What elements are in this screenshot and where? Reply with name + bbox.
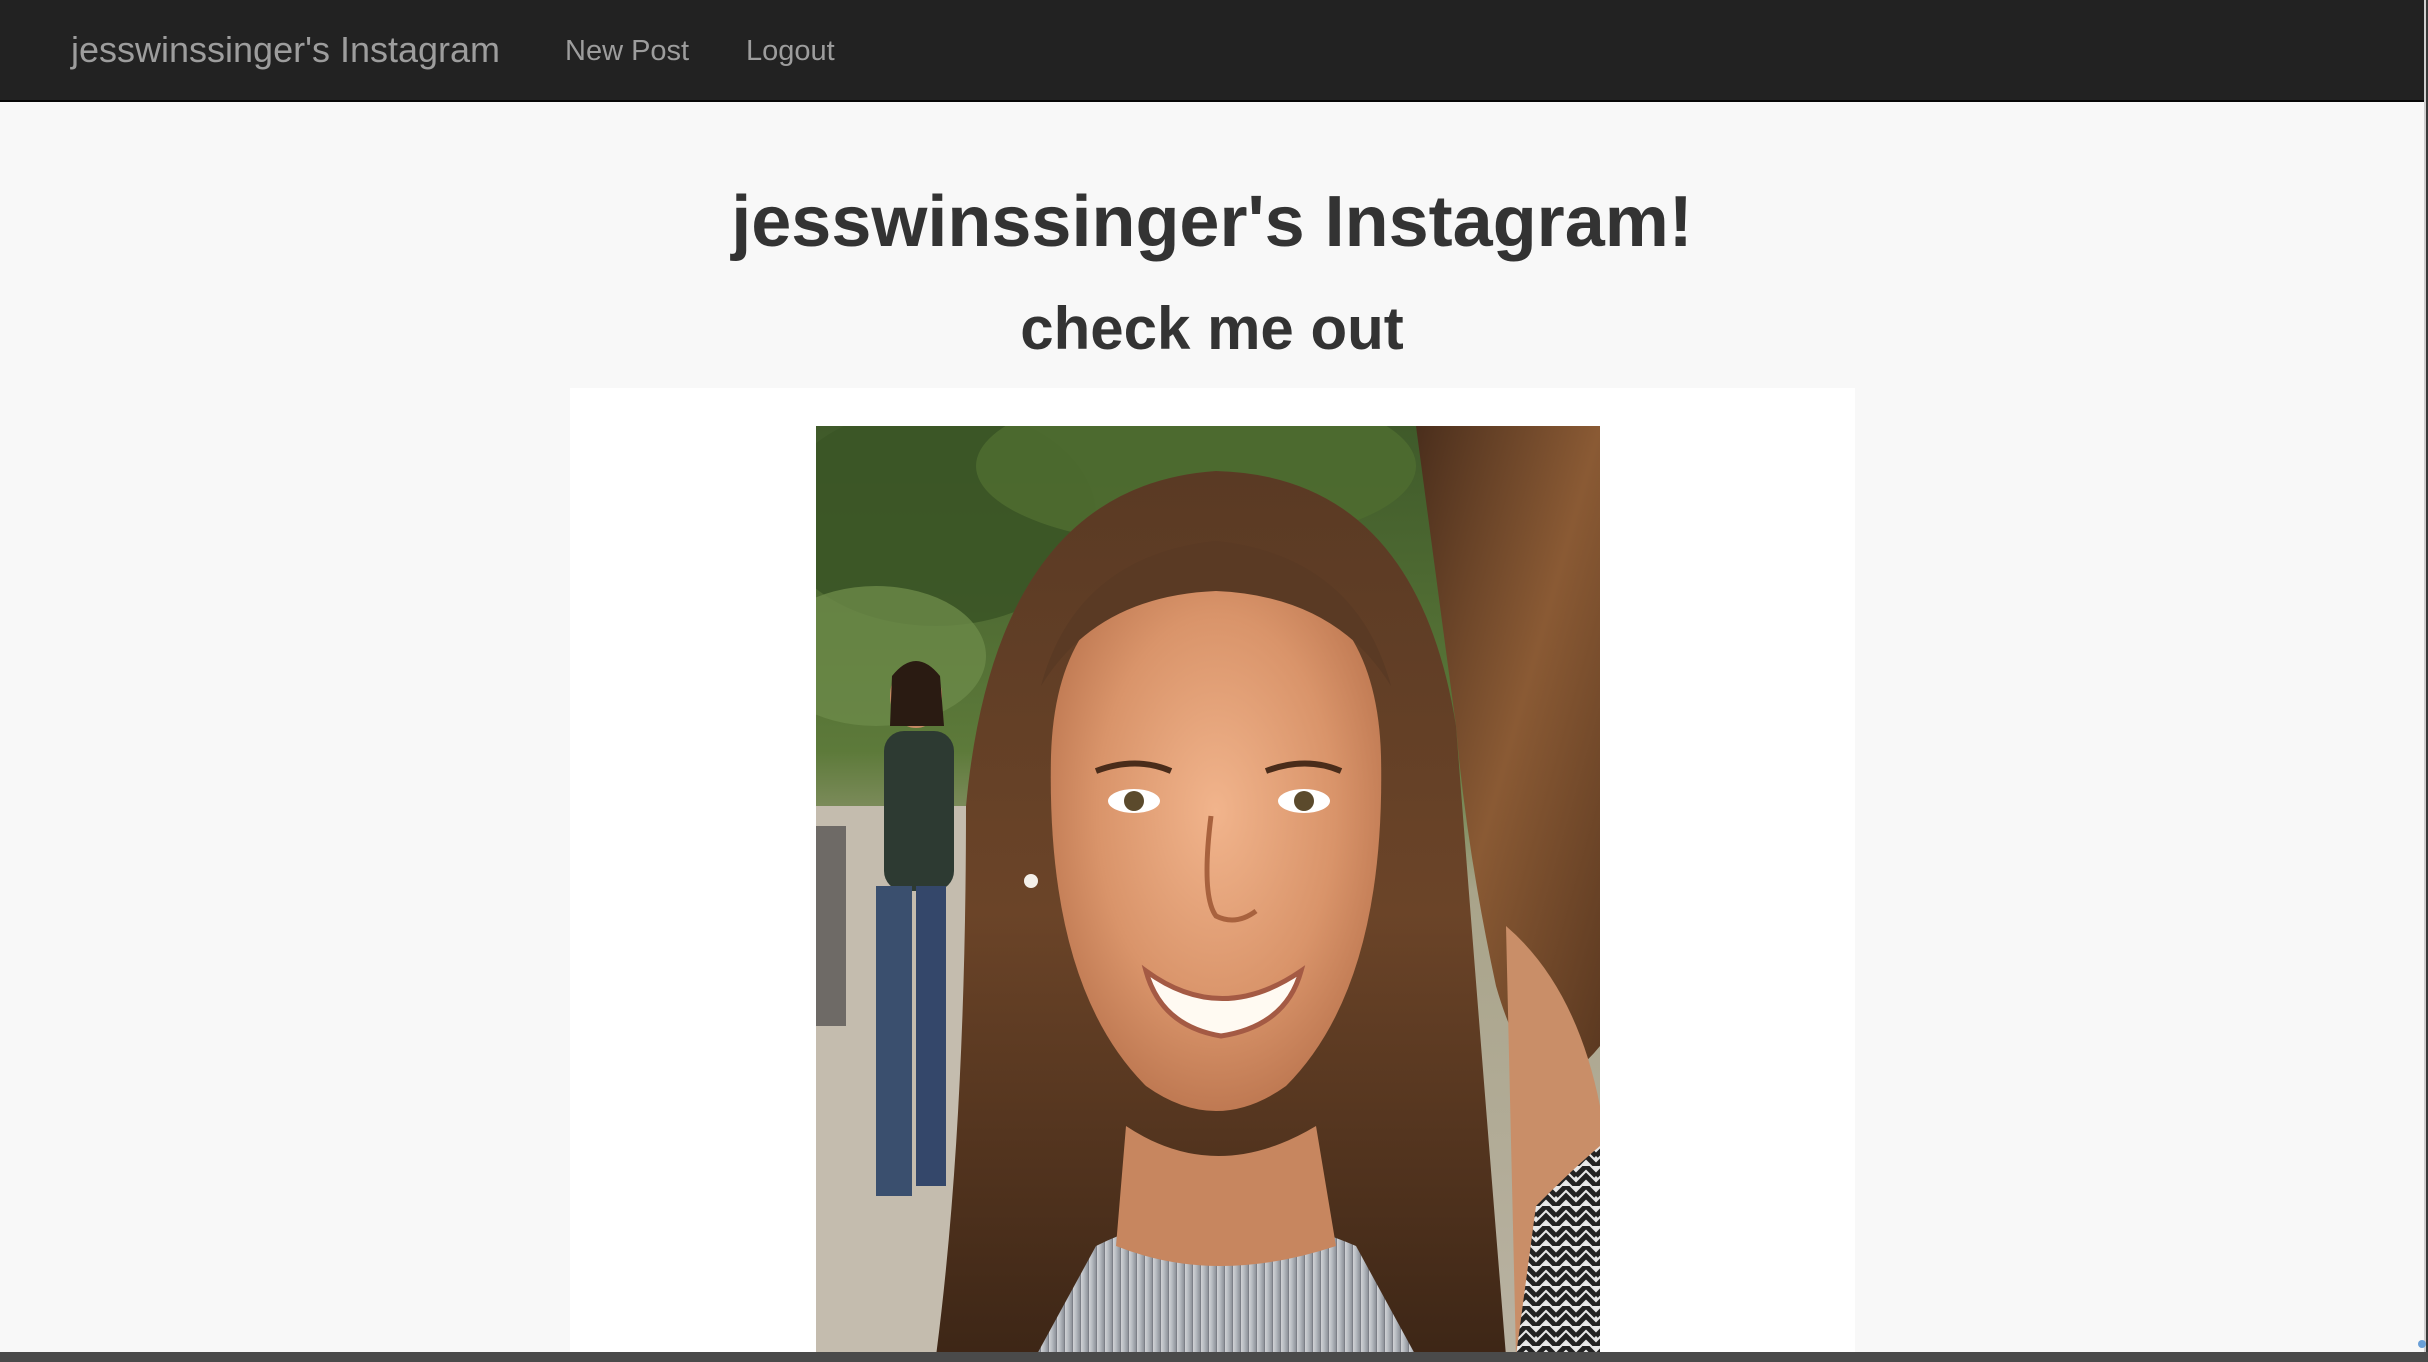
new-post-link[interactable]: New Post xyxy=(565,31,689,71)
post-caption: check me out xyxy=(1020,295,1404,362)
resize-indicator-icon xyxy=(2418,1340,2426,1348)
page-title: jesswinssinger's Instagram! xyxy=(731,182,1693,262)
browser-viewport: jesswinssinger's Instagram New Post Logo… xyxy=(0,0,2426,1352)
window-bottom-edge xyxy=(0,1352,2428,1362)
post-photo[interactable] xyxy=(816,426,1600,1352)
navbar-brand-link[interactable]: jesswinssinger's Instagram xyxy=(71,26,500,74)
top-navbar: jesswinssinger's Instagram New Post Logo… xyxy=(0,0,2424,102)
logout-link[interactable]: Logout xyxy=(746,31,835,71)
